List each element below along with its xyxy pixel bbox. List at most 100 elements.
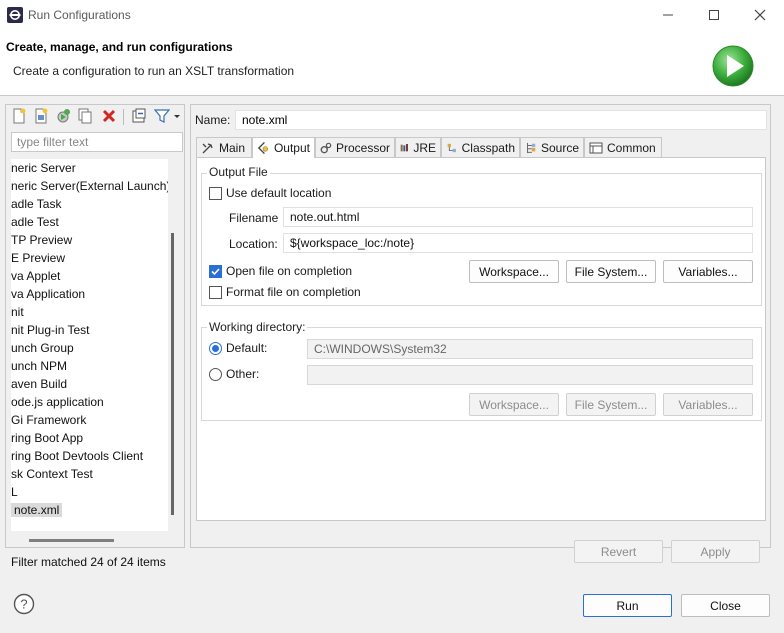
name-field[interactable] [235,110,767,130]
help-icon[interactable]: ? [13,593,35,615]
list-item[interactable]: adle Test [11,213,59,231]
list-item[interactable]: neric Server [11,159,76,177]
list-item[interactable]: ode.js application [11,393,104,411]
location-field[interactable] [283,233,753,253]
configuration-list-panel: neric Server neric Server(External Launc… [5,104,185,569]
other-directory-radio[interactable]: Other: [209,367,259,381]
configuration-tree[interactable]: neric Server neric Server(External Launc… [11,159,168,531]
name-label: Name: [195,113,231,127]
open-on-completion-checkbox[interactable]: Open file on completion [209,264,352,278]
header-title: Create, manage, and run configurations [6,40,233,54]
filter-dropdown-icon[interactable] [172,108,182,124]
common-tab-icon [589,142,603,153]
tab-label: Source [540,140,579,155]
horizontal-scrollbar[interactable] [29,539,114,542]
list-item[interactable]: unch NPM [11,357,67,375]
checkbox-label: Open file on completion [226,264,353,278]
checkbox-box [209,186,222,200]
new-prototype-icon[interactable] [33,108,49,124]
list-item[interactable]: E Preview [11,249,65,267]
tab-source[interactable]: Source [520,137,584,157]
tab-jre[interactable]: JRE [395,137,441,157]
default-directory-field [307,339,753,359]
list-item[interactable]: unch Group [11,339,74,357]
list-item[interactable]: ring Boot Devtools Client [11,447,143,465]
checkbox-box [209,285,222,299]
header-description: Create a configuration to run an XSLT tr… [13,64,295,78]
tab-label: Main [219,140,246,155]
list-item-label: note.xml [11,503,63,517]
collapse-all-icon[interactable] [131,108,147,124]
run-button[interactable]: Run [583,594,672,617]
list-item[interactable]: adle Task [11,195,61,213]
vertical-scrollbar[interactable] [171,233,174,515]
maximize-button[interactable] [691,0,737,30]
checkbox-box-checked [209,264,222,278]
list-item[interactable]: neric Server(External Launch) [11,177,168,195]
export-configuration-icon[interactable] [55,108,71,124]
list-item-selected[interactable]: note.xml [11,501,63,519]
default-directory-radio[interactable]: Default: [209,341,267,355]
svg-text:?: ? [20,597,27,612]
output-file-system-button[interactable]: File System... [566,260,656,283]
eclipse-app-icon [7,7,23,23]
jre-tab-icon [400,143,408,151]
tab-label: Processor [335,140,390,155]
toolbar-separator [123,109,124,125]
working-directory-group-title: Working directory: [207,320,308,334]
output-variables-button[interactable]: Variables... [663,260,753,283]
list-toolbar [6,105,184,129]
window-title: Run Configurations [28,8,131,22]
title-bar: Run Configurations [0,0,784,30]
close-window-button[interactable] [737,0,783,30]
list-item[interactable]: sk Context Test [11,465,93,483]
filter-icon[interactable] [154,108,170,124]
filter-status: Filter matched 24 of 24 items [11,555,166,569]
delete-icon[interactable] [101,108,117,124]
list-item[interactable]: aven Build [11,375,67,393]
tab-label: JRE [413,140,436,155]
source-tab-icon [527,142,536,153]
list-item[interactable]: nit Plug-in Test [11,321,90,339]
tab-label: Common [607,140,656,155]
output-file-group-title: Output File [207,165,270,179]
wd-variables-button[interactable]: Variables... [663,393,753,416]
format-on-completion-checkbox[interactable]: Format file on completion [209,285,361,299]
list-item[interactable]: nit [11,303,24,321]
new-configuration-icon[interactable] [11,108,27,124]
tab-output[interactable]: Output [252,137,315,158]
main-tab-icon [202,142,213,153]
filename-field[interactable] [283,207,753,227]
minimize-button[interactable] [645,0,691,30]
tab-label: Classpath [461,140,515,155]
wd-workspace-button[interactable]: Workspace... [469,393,559,416]
tab-label: Output [273,141,310,155]
use-default-location-checkbox[interactable]: Use default location [209,186,331,200]
revert-button[interactable]: Revert [574,540,663,563]
close-icon [754,9,766,21]
tab-classpath[interactable]: Classpath [441,137,520,157]
dialog-header: Create, manage, and run configurations C… [0,30,784,96]
filter-input[interactable] [11,132,183,152]
apply-button[interactable]: Apply [671,540,760,563]
tab-processor[interactable]: Processor [315,137,395,157]
radio-label: Other: [226,367,260,381]
processor-tab-icon [320,142,332,153]
output-tab-content: Output File Use default location Filenam… [196,157,766,521]
maximize-icon [709,10,719,20]
classpath-tab-icon [447,143,456,152]
list-item[interactable]: va Applet [11,267,60,285]
other-directory-field[interactable] [307,365,753,385]
list-item[interactable]: Gi Framework [11,411,86,429]
list-item[interactable]: ring Boot App [11,429,83,447]
filename-label: Filename [229,211,279,225]
tab-common[interactable]: Common [584,137,662,157]
tab-main[interactable]: Main [196,137,252,157]
output-workspace-button[interactable]: Workspace... [469,260,559,283]
close-button[interactable]: Close [681,594,770,617]
list-item[interactable]: va Application [11,285,85,303]
duplicate-icon[interactable] [77,108,93,124]
list-item[interactable]: TP Preview [11,231,72,249]
wd-file-system-button[interactable]: File System... [566,393,656,416]
list-item[interactable]: L [11,483,18,501]
